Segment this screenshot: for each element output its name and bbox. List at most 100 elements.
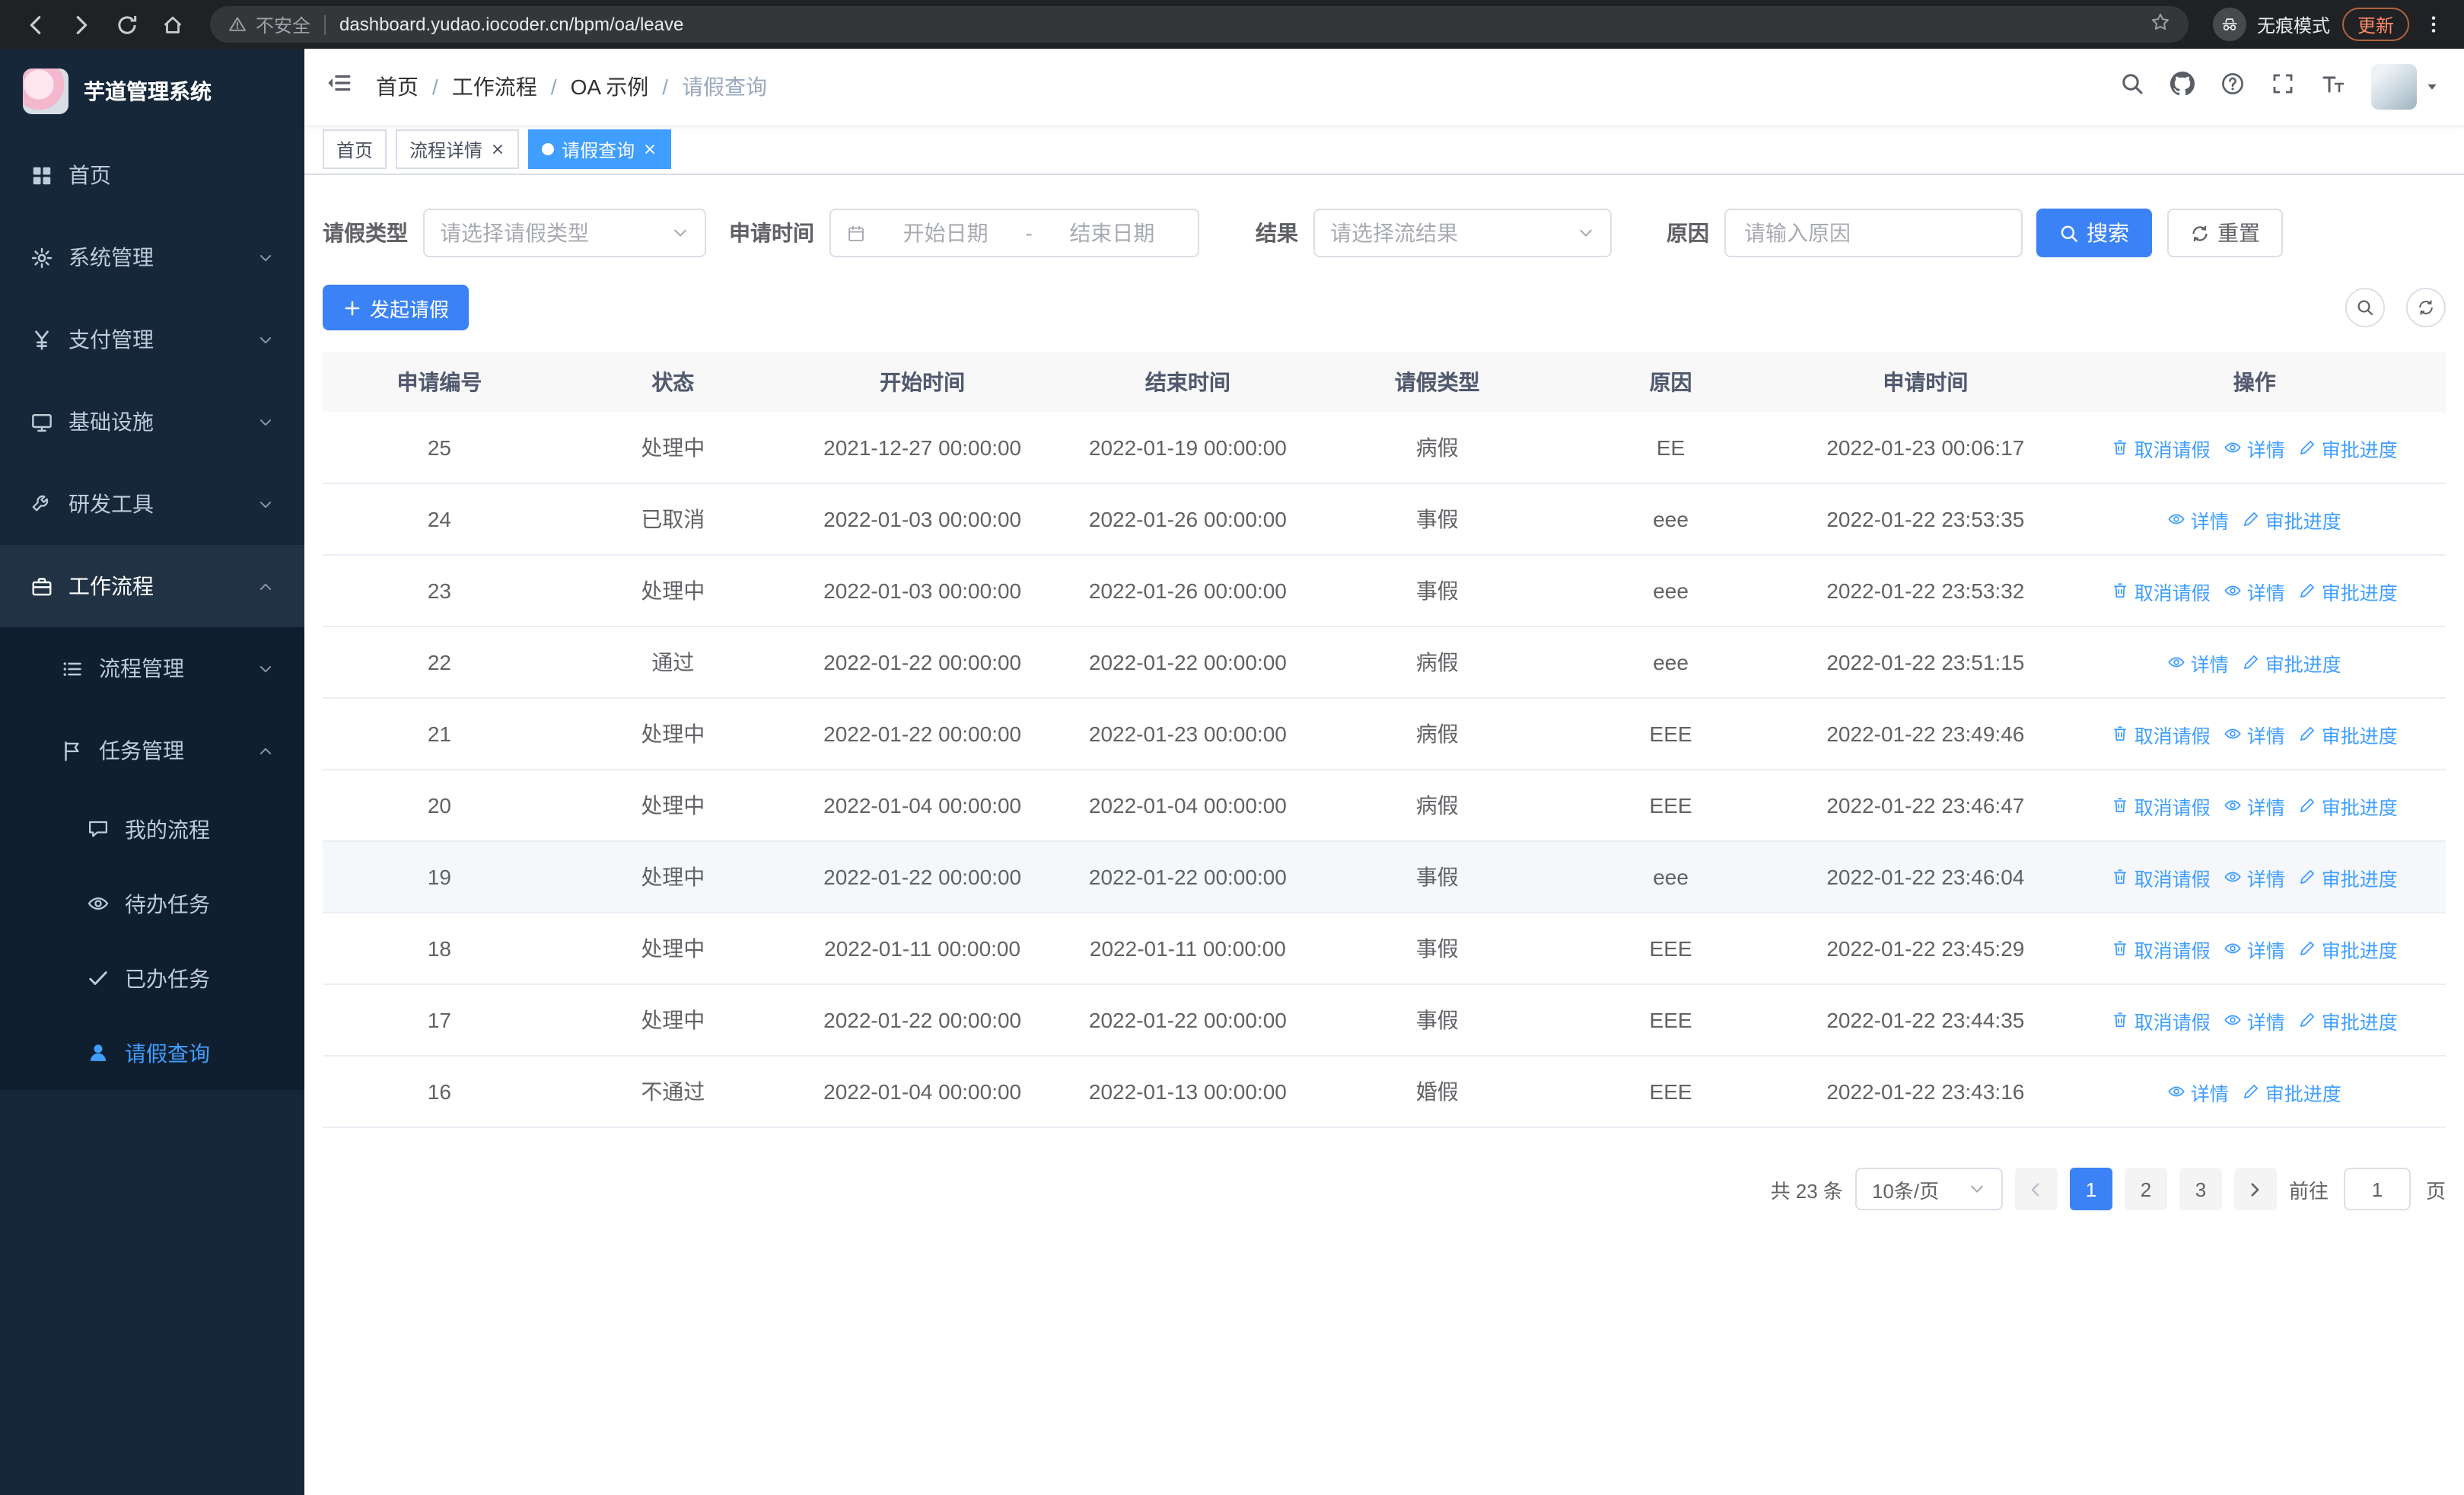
result-select[interactable]: 请选择流结果 [1313, 209, 1612, 257]
op-label: 取消请假 [2134, 582, 2211, 604]
breadcrumb-oa-example[interactable]: OA 示例 [571, 72, 649, 102]
search-button[interactable]: 搜索 [2036, 209, 2152, 257]
op-cancel-link[interactable]: 取消请假 [2112, 862, 2211, 891]
op-progress-link[interactable]: 审批进度 [2299, 862, 2398, 891]
main-area: 首页 / 工作流程 / OA 示例 / 请假查询 首页 流程详情 请假查询 请假… [304, 49, 2464, 1495]
browser-forward-button[interactable] [61, 5, 100, 44]
eye-icon [87, 892, 110, 915]
op-progress-link[interactable]: 审批进度 [2299, 433, 2398, 462]
next-page-button[interactable] [2233, 1168, 2277, 1210]
op-label: 详情 [2246, 1012, 2285, 1033]
op-cancel-link[interactable]: 取消请假 [2112, 576, 2211, 605]
browser-reload-button[interactable] [107, 5, 146, 44]
op-detail-link[interactable]: 详情 [2224, 791, 2285, 820]
op-label: 审批进度 [2265, 1083, 2341, 1105]
sidebar-item-process-management[interactable]: 流程管理 [0, 627, 304, 709]
sidebar-item-task-management[interactable]: 任务管理 [0, 709, 304, 792]
edit-icon [2299, 939, 2317, 958]
header-search-button[interactable] [2120, 71, 2144, 103]
goto-page-input[interactable] [2343, 1168, 2411, 1210]
op-cancel-link[interactable]: 取消请假 [2112, 433, 2211, 462]
sidebar-item-infrastructure[interactable]: 基础设施 [0, 381, 304, 463]
op-cancel-link[interactable]: 取消请假 [2112, 1006, 2211, 1034]
sidebar-item-todo-tasks[interactable]: 待办任务 [0, 866, 304, 941]
leave-type-select[interactable]: 请选择请假类型 [423, 209, 706, 257]
page-button-2[interactable]: 2 [2124, 1168, 2167, 1210]
edit-icon [2299, 725, 2317, 743]
cell-reason: EEE [1649, 1079, 1692, 1104]
op-detail-link[interactable]: 详情 [2224, 934, 2285, 963]
breadcrumb-workflow[interactable]: 工作流程 [452, 72, 537, 102]
browser-menu-button[interactable] [2418, 14, 2449, 35]
sidebar-item-system-management[interactable]: 系统管理 [0, 216, 304, 298]
github-link[interactable] [2170, 71, 2195, 103]
op-progress-link[interactable]: 审批进度 [2243, 505, 2341, 534]
page-size-select[interactable]: 10条/页 [1854, 1168, 2003, 1210]
sidebar-item-done-tasks[interactable]: 已办任务 [0, 941, 304, 1015]
op-progress-link[interactable]: 审批进度 [2299, 576, 2398, 605]
header-leave-type: 请假类型 [1394, 370, 1480, 394]
sidebar-item-home[interactable]: 首页 [0, 134, 304, 216]
op-progress-link[interactable]: 审批进度 [2299, 719, 2398, 748]
home-icon [30, 164, 53, 186]
sidebar-item-label: 我的流程 [125, 817, 210, 841]
reset-button[interactable]: 重置 [2167, 209, 2283, 257]
end-date-placeholder: 结束日期 [1069, 221, 1155, 245]
op-progress-link[interactable]: 审批进度 [2299, 934, 2398, 963]
page-button-3[interactable]: 3 [2179, 1168, 2222, 1210]
help-button[interactable] [2220, 71, 2245, 103]
close-icon[interactable] [642, 142, 657, 157]
op-detail-link[interactable]: 详情 [2224, 576, 2285, 605]
create-leave-button[interactable]: 发起请假 [323, 285, 470, 330]
fullscreen-button[interactable] [2271, 71, 2295, 103]
search-icon [2356, 298, 2374, 317]
sidebar-item-my-processes[interactable]: 我的流程 [0, 792, 304, 866]
filter-form: 请假类型 请选择请假类型 申请时间 开始日期 - 结束日期 结果 请选择流结果 [323, 209, 2446, 257]
sidebar-item-leave-query[interactable]: 请假查询 [0, 1015, 304, 1090]
op-cancel-link[interactable]: 取消请假 [2112, 791, 2211, 820]
apply-time-range-picker[interactable]: 开始日期 - 结束日期 [829, 209, 1199, 257]
op-progress-link[interactable]: 审批进度 [2243, 648, 2341, 677]
op-detail-link[interactable]: 详情 [2224, 719, 2285, 748]
bookmark-star-button[interactable] [2150, 12, 2170, 37]
eye-icon [2224, 1011, 2243, 1029]
op-detail-link[interactable]: 详情 [2168, 648, 2229, 677]
hamburger-icon [326, 70, 352, 96]
sidebar-collapse-button[interactable] [326, 70, 352, 104]
op-cancel-link[interactable]: 取消请假 [2112, 934, 2211, 963]
op-detail-link[interactable]: 详情 [2224, 862, 2285, 891]
cell-leave-type: 婚假 [1415, 1079, 1459, 1104]
url-text[interactable]: dashboard.yudao.iocoder.cn/bpm/oa/leave [339, 14, 683, 35]
breadcrumb-home[interactable]: 首页 [376, 72, 419, 102]
op-progress-link[interactable]: 审批进度 [2243, 1077, 2341, 1106]
font-size-button[interactable] [2321, 71, 2345, 103]
close-icon[interactable] [490, 142, 505, 157]
sidebar-item-workflow[interactable]: 工作流程 [0, 545, 304, 627]
op-detail-link[interactable]: 详情 [2168, 1077, 2229, 1106]
op-label: 审批进度 [2321, 582, 2398, 604]
prev-page-button[interactable] [2014, 1168, 2058, 1210]
refresh-table-button[interactable] [2406, 288, 2446, 327]
sidebar-item-dev-tools[interactable]: 研发工具 [0, 463, 304, 545]
browser-update-button[interactable]: 更新 [2341, 8, 2409, 41]
user-menu[interactable] [2371, 64, 2440, 110]
tab-leave-query[interactable]: 请假查询 [528, 129, 672, 169]
reason-input[interactable] [1724, 209, 2023, 257]
op-cancel-link[interactable]: 取消请假 [2112, 719, 2211, 748]
op-detail-link[interactable]: 详情 [2168, 505, 2229, 534]
address-bar[interactable]: 不安全 dashboard.yudao.iocoder.cn/bpm/oa/le… [210, 6, 2189, 43]
browser-home-button[interactable] [152, 5, 192, 44]
security-label[interactable]: 不安全 [256, 11, 310, 37]
browser-back-button[interactable] [15, 5, 55, 44]
tab-home[interactable]: 首页 [323, 129, 387, 169]
cell-start-time: 2022-01-22 00:00:00 [823, 865, 1022, 889]
toggle-search-button[interactable] [2345, 288, 2385, 327]
sidebar-item-payment-management[interactable]: 支付管理 [0, 298, 304, 381]
op-detail-link[interactable]: 详情 [2224, 1006, 2285, 1034]
page-button-1[interactable]: 1 [2069, 1168, 2112, 1210]
op-progress-link[interactable]: 审批进度 [2299, 1006, 2398, 1034]
chevron-down-icon [1577, 224, 1595, 242]
op-detail-link[interactable]: 详情 [2224, 433, 2285, 462]
tab-process-detail[interactable]: 流程详情 [396, 129, 520, 169]
op-progress-link[interactable]: 审批进度 [2299, 791, 2398, 820]
